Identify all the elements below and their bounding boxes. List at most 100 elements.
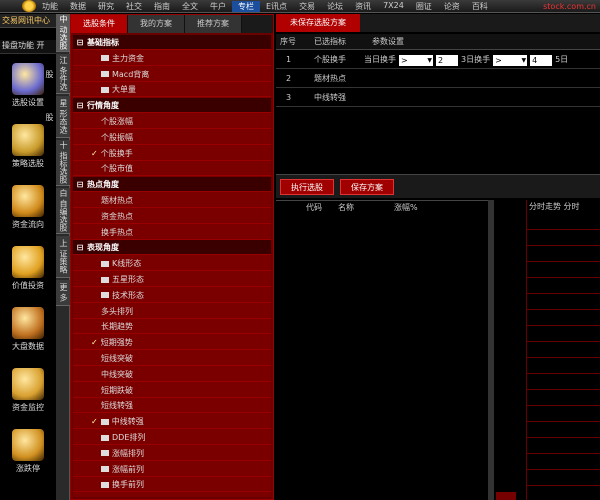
app-launcher-item[interactable]: 策略选股	[4, 124, 52, 169]
tree-group[interactable]: ⊟ 表现角度	[73, 240, 271, 256]
row-index: 1	[286, 55, 292, 64]
tree-item[interactable]: 个股振幅	[73, 130, 271, 145]
row-indicator: 中线转强	[314, 93, 346, 102]
brand-label: stock.com.cn	[543, 1, 596, 11]
tree-label: 个股振幅	[101, 132, 133, 142]
tree-item[interactable]: 涨幅排列	[73, 446, 271, 461]
bottom-tab[interactable]	[496, 492, 516, 500]
tree-item[interactable]: Macd背离	[73, 67, 271, 82]
tree-label: 短期强势	[100, 338, 133, 348]
tree-item[interactable]: 主力资金	[73, 51, 271, 66]
top-toolbar: 功能 数据 研究 社交 指南 全文 牛户 专栏 E讯点 交易 论坛 资讯 7X24 圈证 论资 百科 stoc…	[0, 0, 600, 13]
value-input[interactable]: 2	[436, 54, 458, 66]
tree-item[interactable]: 换手热点	[73, 225, 271, 240]
toolbar-item[interactable]: 社交	[120, 1, 148, 12]
tree-item[interactable]: 大单量	[73, 82, 271, 98]
tree-group[interactable]: ⊟ 基础指标	[73, 35, 271, 50]
tree-item[interactable]: 中线突破	[73, 367, 271, 382]
vertical-tab[interactable]: 江 条件选股	[45, 54, 70, 94]
scheme-row[interactable]: 3 中线转强	[276, 89, 600, 107]
operator-select[interactable]: >	[493, 54, 528, 66]
tree-item[interactable]: 短期跌破	[73, 383, 271, 398]
tree-item[interactable]: 题材热点	[73, 193, 271, 208]
app-launcher-item[interactable]: 资金监控	[4, 368, 52, 413]
scheme-row[interactable]: 2 题材热点	[276, 70, 600, 88]
collapse-icon[interactable]: ⊟	[76, 35, 84, 50]
run-selection-button[interactable]: 执行选股	[280, 178, 334, 195]
collapse-icon[interactable]: ⊟	[76, 240, 84, 255]
toolbar-item[interactable]: 论坛	[321, 1, 349, 12]
app-launcher-item[interactable]: 价值投资	[4, 246, 52, 291]
tree-label: K线形态	[112, 259, 142, 269]
col-change[interactable]: 涨幅%	[394, 201, 418, 215]
vertical-tab[interactable]: 十 指标选股	[56, 140, 70, 186]
toolbar-item[interactable]: 论资	[438, 1, 466, 12]
vertical-tab[interactable]: 更 多	[56, 280, 70, 306]
vertical-tab[interactable]: 中 动选股	[56, 14, 70, 52]
tree-item[interactable]: ✓ 中线转强	[73, 414, 271, 430]
tree-item[interactable]: 短线转强	[73, 398, 271, 414]
panel-tab[interactable]: 我的方案	[128, 15, 185, 33]
tree-item[interactable]: 技术形态	[73, 288, 271, 303]
checkmark-icon: ✓	[91, 417, 98, 427]
tree-label: 中线转强	[111, 417, 144, 427]
col-index: 序号	[280, 37, 296, 46]
tree-item[interactable]: 短线突破	[73, 351, 271, 366]
scheme-row[interactable]: 1个股换手当日换手>23日换手>45日	[276, 51, 600, 69]
tree-item[interactable]: 涨幅前列	[73, 462, 271, 477]
toolbar-item[interactable]: 数据	[64, 1, 92, 12]
tree-label: 换手前列	[112, 480, 144, 490]
app-launcher-item[interactable]: 大盘数据	[4, 307, 52, 352]
tree-item[interactable]: DDE排列	[73, 430, 271, 445]
toolbar-item[interactable]: 7X24	[377, 1, 410, 12]
tree-item[interactable]: 资金热点	[73, 209, 271, 224]
condition-tree: ⊟ 基础指标主力资金 Macd背离 大单量 ⊟ 行情角度个股涨幅个股振幅 ✓ 个股换手 个股市值…	[73, 35, 271, 497]
vertical-tab[interactable]: 白 自编选股	[56, 188, 70, 234]
grid-line	[527, 294, 600, 310]
vertical-tab[interactable]: 星 形态选股	[45, 96, 70, 138]
results-table: 代码 名称 涨幅%	[276, 200, 488, 500]
tree-item[interactable]: 换手前列	[73, 477, 271, 493]
panel-tab[interactable]: 推荐方案	[185, 15, 242, 33]
tree-group[interactable]: ⊟ 行情角度	[73, 98, 271, 114]
toolbar-item[interactable]: 牛户	[204, 1, 232, 12]
tree-label: 主力资金	[112, 53, 144, 63]
folder-icon	[100, 418, 109, 425]
tab-unsaved-scheme[interactable]: 未保存选股方案	[276, 14, 360, 32]
folder-icon	[101, 481, 109, 488]
toolbar-item[interactable]: 研究	[92, 1, 120, 12]
panel-tab[interactable]: 选股条件	[71, 15, 128, 33]
app-launcher-label: 大盘数据	[12, 342, 44, 351]
operator-select[interactable]: >	[399, 54, 433, 66]
toolbar-item[interactable]: 指南	[148, 1, 176, 12]
tree-group[interactable]: ⊟ 热点角度	[73, 177, 271, 193]
save-scheme-button[interactable]: 保存方案	[340, 178, 394, 195]
toolbar-item[interactable]: 圈证	[410, 1, 438, 12]
tree-item[interactable]: ✓ 短期强势	[73, 335, 271, 351]
tree-item[interactable]: 多头排列	[73, 304, 271, 319]
toolbar-item[interactable]: 资讯	[349, 1, 377, 12]
toolbar-item[interactable]: 全文	[176, 1, 204, 12]
tree-item[interactable]: ✓ 个股换手	[73, 146, 271, 161]
tree-item[interactable]: K线形态	[73, 256, 271, 272]
toolbar-item[interactable]: E讯点	[260, 1, 293, 12]
tree-label: 个股涨幅	[101, 117, 133, 126]
collapse-icon[interactable]: ⊟	[76, 98, 84, 113]
toolbar-item[interactable]: 专栏	[232, 0, 260, 12]
tree-item[interactable]: 个股市值	[73, 161, 271, 177]
value-input[interactable]: 4	[530, 54, 553, 66]
tree-item[interactable]: 五星形态	[73, 272, 271, 287]
vertical-tab[interactable]: 上 证策略	[56, 236, 70, 278]
tree-item[interactable]: 个股涨幅	[73, 114, 271, 129]
toolbar-item[interactable]: 功能	[36, 1, 64, 12]
grid-line	[527, 358, 600, 374]
toolbar-item[interactable]: 百科	[466, 1, 494, 12]
toolbar-item[interactable]: 交易	[293, 1, 321, 12]
col-name: 名称	[338, 203, 354, 212]
tree-label: 五星形态	[112, 275, 144, 284]
tree-item[interactable]: 长期趋势	[73, 319, 271, 335]
tree-label: 技术形态	[112, 290, 144, 300]
app-launcher-item[interactable]: 资金流向	[4, 185, 52, 230]
app-launcher-item[interactable]: 涨跌停	[4, 429, 52, 474]
collapse-icon[interactable]: ⊟	[76, 177, 84, 192]
